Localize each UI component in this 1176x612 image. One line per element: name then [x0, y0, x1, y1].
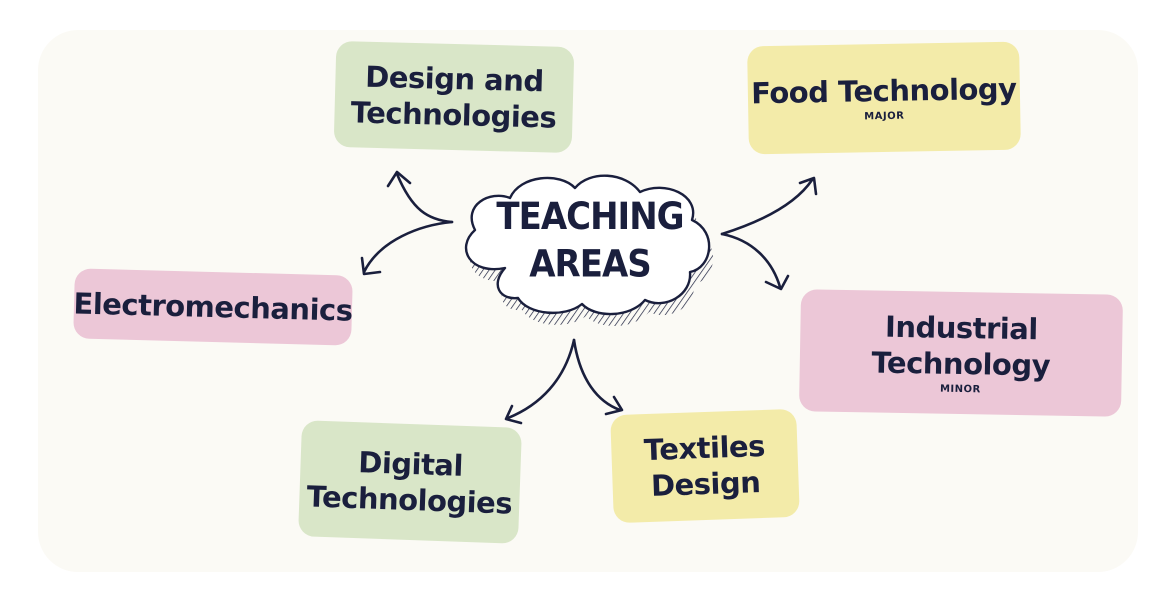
- node-sublabel: MINOR: [939, 383, 981, 396]
- arrow-to-electromechanics: [362, 220, 454, 274]
- arrow-to-industrial: [720, 232, 782, 289]
- center-title-line2: AREAS: [529, 241, 652, 286]
- center-title-line1: TEACHING: [496, 194, 684, 239]
- node-label-line2: Technologies: [350, 95, 557, 135]
- arrow-to-digital: [506, 338, 576, 420]
- node-label-line1: Design and: [364, 59, 545, 99]
- arrow-to-textiles: [572, 338, 622, 412]
- node-textiles-design: Textiles Design: [610, 408, 800, 524]
- arrow-to-design: [395, 172, 454, 224]
- node-label-line1: Food Technology: [750, 71, 1017, 110]
- node-design-technologies: Design and Technologies: [333, 40, 575, 154]
- node-label-line1: Electromechanics: [73, 286, 353, 328]
- node-label-line2: Technology: [871, 345, 1051, 383]
- node-food-technology: Food Technology MAJOR: [747, 41, 1021, 155]
- center-title: TEACHING AREAS: [490, 194, 690, 288]
- node-industrial-technology: Industrial Technology MINOR: [798, 289, 1124, 417]
- node-label-line2: Technologies: [306, 479, 513, 521]
- node-sublabel: MAJOR: [864, 110, 905, 123]
- node-electromechanics: Electromechanics: [73, 268, 353, 346]
- node-digital-technologies: Digital Technologies: [298, 420, 522, 544]
- node-label-line1: Digital: [357, 444, 464, 483]
- arrow-to-food: [720, 178, 814, 236]
- node-label-line1: Textiles: [643, 428, 766, 467]
- node-label-line1: Industrial: [884, 309, 1039, 346]
- node-label-line2: Design: [650, 465, 761, 503]
